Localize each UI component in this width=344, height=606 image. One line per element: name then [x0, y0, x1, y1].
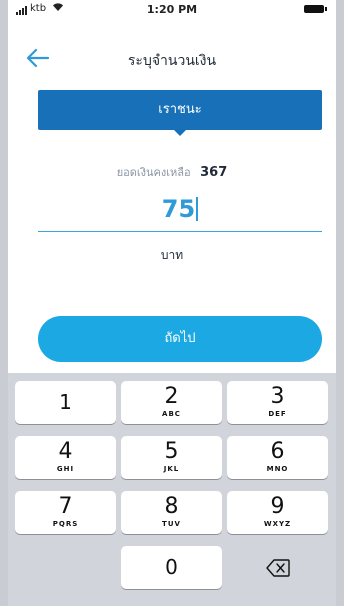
- amount-input[interactable]: 75: [38, 187, 322, 232]
- key-letters: PQRS: [52, 520, 79, 528]
- key-letters: TUV: [162, 520, 181, 528]
- key-digit: 2: [164, 384, 179, 409]
- key-digit: 1: [59, 390, 72, 414]
- key-7[interactable]: 7 PQRS: [15, 491, 116, 534]
- key-digit: 9: [270, 494, 285, 519]
- delete-key[interactable]: [227, 546, 328, 589]
- key-digit: 6: [270, 439, 285, 464]
- key-digit: 7: [58, 494, 73, 519]
- key-0[interactable]: 0: [121, 546, 222, 589]
- key-2[interactable]: 2 ABC: [121, 381, 222, 424]
- backspace-icon: [265, 559, 290, 577]
- key-letters: GHI: [56, 465, 75, 473]
- account-card: เราชนะ: [38, 90, 322, 136]
- key-letters: MNO: [266, 465, 289, 473]
- balance-label: ยอดเงินคงเหลือ: [116, 166, 191, 179]
- currency-unit-label: บาท: [160, 248, 184, 262]
- balance-value: 367: [200, 165, 228, 180]
- page-title: ระบุจำนวนเงิน: [127, 53, 217, 69]
- key-digit: 0: [165, 555, 178, 579]
- balance-row: ยอดเงินคงเหลือ 367: [8, 163, 336, 181]
- status-bar: ktb 1:20 PM: [8, 0, 336, 22]
- next-button[interactable]: ถัดไป: [38, 316, 322, 362]
- key-letters: ABC: [162, 410, 181, 418]
- key-1[interactable]: 1: [15, 381, 116, 424]
- key-letters: JKL: [163, 465, 180, 473]
- key-8[interactable]: 8 TUV: [121, 491, 222, 534]
- key-letters: WXYZ: [263, 520, 292, 528]
- phone-screen: ktb 1:20 PM ระบุจำนวนเงิน เราชนะ ยอดเงิน…: [8, 0, 336, 606]
- key-digit: 4: [58, 439, 73, 464]
- battery-icon: [304, 5, 327, 13]
- key-digit: 5: [164, 439, 179, 464]
- numeric-keypad: 1 2 ABC 3 DEF 4 GHI 5 JKL 6 MNO 7 PQRS 8…: [8, 373, 336, 606]
- amount-value: 75: [161, 195, 196, 223]
- key-digit: 8: [164, 494, 179, 519]
- status-time: 1:20 PM: [146, 3, 198, 16]
- text-caret: [196, 197, 199, 221]
- key-digit: 3: [270, 384, 285, 409]
- account-name: เราชนะ: [158, 102, 202, 117]
- key-4[interactable]: 4 GHI: [15, 436, 116, 479]
- key-3[interactable]: 3 DEF: [227, 381, 328, 424]
- key-5[interactable]: 5 JKL: [121, 436, 222, 479]
- key-9[interactable]: 9 WXYZ: [227, 491, 328, 534]
- key-letters: DEF: [268, 410, 287, 418]
- key-6[interactable]: 6 MNO: [227, 436, 328, 479]
